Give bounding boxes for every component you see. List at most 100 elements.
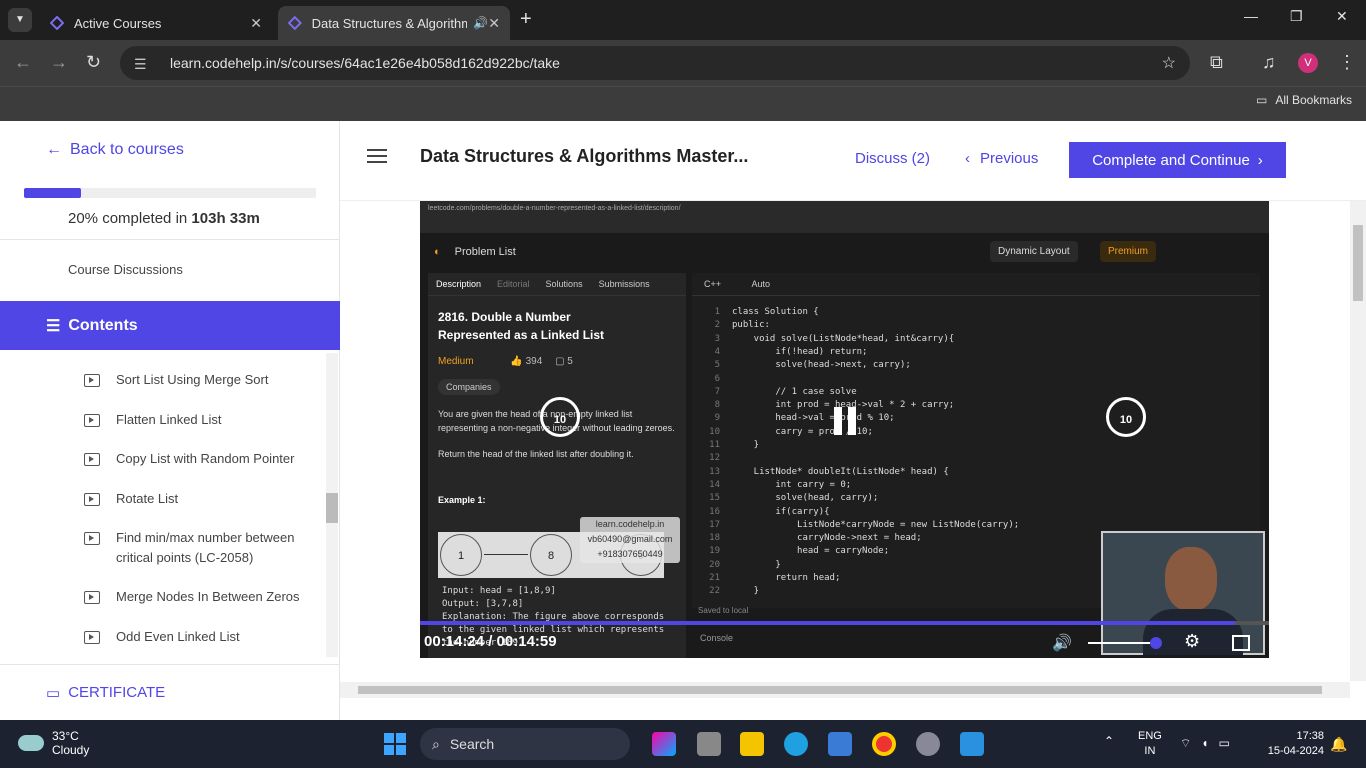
tab-active-courses[interactable]: Active Courses ✕ [40, 6, 272, 40]
tab-data-structures[interactable]: Data Structures & Algorithm 🔊 ✕ [278, 6, 510, 40]
bookmark-star-icon[interactable]: ☆ [1162, 53, 1176, 73]
horizontal-scrollbar[interactable] [340, 682, 1350, 698]
close-icon[interactable]: ✕ [488, 15, 500, 32]
notification-bell-icon[interactable]: 🔔 [1330, 736, 1347, 753]
comment-icon: ▢ [555, 356, 565, 367]
site-info-icon[interactable]: ☰ [134, 56, 150, 72]
microsoft-store-icon[interactable] [828, 732, 852, 756]
contents-header[interactable]: ☰ Contents [0, 301, 340, 350]
edge-browser-icon[interactable] [784, 732, 808, 756]
comments-count: 5 [567, 356, 573, 367]
premium-badge: Premium [1100, 241, 1157, 262]
code-line: 21 return head; [709, 573, 841, 583]
code-line: 5 solve(head->next, carry); [714, 360, 911, 371]
reload-icon[interactable]: ↻ [86, 52, 101, 73]
speaker-icon[interactable]: 🔊 [473, 16, 488, 30]
certificate-label: CERTIFICATE [68, 684, 166, 701]
hamburger-menu-icon[interactable] [367, 149, 387, 163]
lesson-item[interactable]: Flatten Linked List [84, 410, 314, 430]
media-control-icon[interactable]: ♫ [1262, 52, 1276, 73]
watermark-line: +918307650449 [597, 549, 663, 559]
lesson-item[interactable]: Odd Even Linked List [84, 627, 314, 647]
clock[interactable]: 17:38 15-04-2024 [1258, 729, 1324, 759]
code-line: 11 } [709, 440, 760, 450]
lesson-title: Rotate List [116, 491, 179, 506]
list-node: 8 [530, 534, 572, 576]
profile-avatar[interactable]: V [1298, 53, 1318, 73]
course-title: Data Structures & Algorithms Master... [420, 146, 749, 166]
arrow-link [484, 554, 528, 555]
chrome-icon[interactable] [872, 732, 896, 756]
lesson-title: Copy List with Random Pointer [116, 451, 295, 466]
volume-icon: ◖ [1201, 736, 1209, 750]
windows-start-icon[interactable] [384, 733, 406, 755]
restore-button[interactable]: ❐ [1290, 8, 1303, 25]
lesson-item[interactable]: Rotate List [84, 489, 314, 509]
back-arrow-icon[interactable]: ← [14, 52, 32, 73]
fullscreen-icon[interactable] [1232, 635, 1250, 651]
tab-submissions: Submissions [598, 279, 650, 289]
volume-knob[interactable] [1150, 637, 1162, 649]
video-lesson-icon [84, 631, 100, 644]
video-progress-bar[interactable] [420, 621, 1269, 625]
task-view-icon[interactable] [697, 732, 721, 756]
scrollbar-thumb[interactable] [358, 686, 1322, 694]
certificate-link[interactable]: ▭ CERTIFICATE [0, 664, 340, 720]
tab-search-button[interactable]: ▼ [8, 8, 32, 32]
course-discussions-link[interactable]: Course Discussions [68, 262, 183, 277]
tab-title: Active Courses [74, 15, 162, 31]
gear-icon[interactable]: ⚙ [1184, 631, 1200, 652]
lesson-title: Sort List Using Merge Sort [116, 372, 269, 387]
tray-icons[interactable]: ⌔ ◖ ▭ [1180, 736, 1230, 751]
code-line: 16 if(carry){ [709, 506, 830, 517]
settings-icon[interactable] [916, 732, 940, 756]
scrollbar-thumb[interactable] [326, 493, 338, 523]
language-indicator[interactable]: ENG IN [1138, 729, 1162, 759]
lesson-scrollbar[interactable] [326, 353, 338, 657]
volume-icon[interactable]: 🔊 [1052, 633, 1072, 653]
weather-widget[interactable]: 33°C Cloudy [18, 729, 89, 757]
address-bar[interactable]: ☰ learn.codehelp.in/s/courses/64ac1e26e4… [120, 46, 1190, 80]
lesson-item[interactable]: Find min/max number between critical poi… [84, 528, 314, 568]
code-line: 6 [714, 373, 720, 384]
copilot-icon[interactable] [652, 732, 676, 756]
complete-and-continue-button[interactable]: Complete and Continue › [1069, 142, 1286, 178]
minimize-button[interactable]: — [1244, 8, 1258, 24]
like-icon: 👍 [510, 356, 523, 367]
volume-slider[interactable] [1088, 642, 1156, 644]
back-to-courses-link[interactable]: ← Back to courses [46, 141, 184, 159]
file-explorer-icon[interactable] [740, 732, 764, 756]
tab-description: Description [436, 279, 482, 289]
page-scrollbar[interactable] [1350, 201, 1366, 681]
previous-button[interactable]: ‹ Previous [965, 150, 1038, 167]
close-icon[interactable]: ✕ [250, 15, 262, 32]
skip-forward-10-button[interactable]: 10 [1106, 397, 1146, 437]
extensions-icon[interactable]: ⧉ [1210, 52, 1223, 73]
problem-list-label: Problem List [454, 246, 516, 258]
forward-arrow-icon[interactable]: → [50, 52, 68, 73]
chevron-up-icon[interactable]: ⌃ [1104, 734, 1114, 748]
all-bookmarks-button[interactable]: ▭ All Bookmarks [1256, 93, 1352, 107]
pause-icon[interactable] [832, 407, 858, 435]
lesson-item[interactable]: Sort List Using Merge Sort [84, 370, 314, 390]
taskbar-search[interactable]: ⌕ Search [420, 728, 630, 760]
skip-back-10-button[interactable]: 10 [540, 397, 580, 437]
menu-kebab-icon[interactable]: ⋮ [1338, 52, 1356, 73]
photos-icon[interactable] [960, 732, 984, 756]
scrollbar-thumb[interactable] [1353, 225, 1363, 301]
code-line: 2 public: [714, 320, 770, 331]
lesson-item[interactable]: Merge Nodes In Between Zeros [84, 587, 314, 607]
console-label: Console [700, 633, 734, 643]
browser-tab-bar: ▼ Active Courses ✕ Data Structures & Alg… [0, 0, 1366, 40]
bookmarks-bar: ▭ All Bookmarks [0, 86, 1366, 121]
search-label: Search [449, 736, 495, 752]
lesson-item[interactable]: Copy List with Random Pointer [84, 449, 314, 469]
discuss-link[interactable]: Discuss (2) [855, 150, 930, 167]
certificate-icon: ▭ [46, 684, 61, 702]
video-player[interactable]: leetcode.com/problems/double-a-number-re… [420, 201, 1269, 658]
close-window-button[interactable]: ✕ [1336, 8, 1348, 25]
lesson-title: Find min/max number between critical poi… [116, 530, 295, 565]
lesson-list: Sort List Using Merge Sort Flatten Linke… [0, 350, 326, 656]
new-tab-button[interactable]: + [520, 8, 532, 31]
all-bookmarks-label: All Bookmarks [1275, 93, 1352, 107]
